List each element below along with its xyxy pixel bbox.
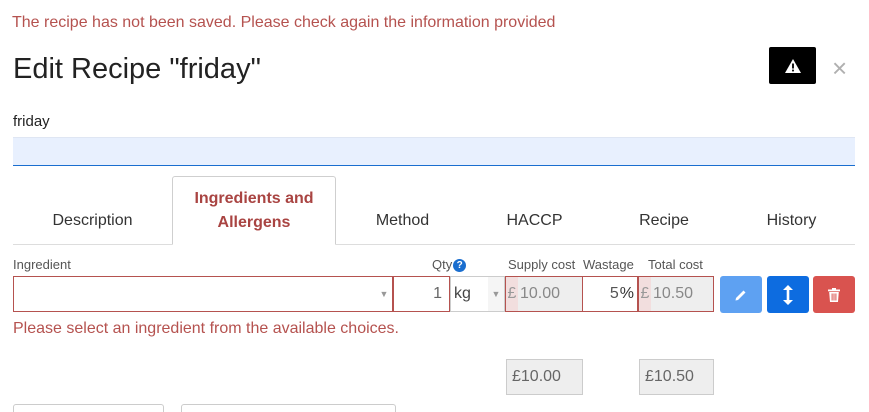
qty-label: Qty — [432, 257, 453, 272]
unit-select[interactable]: kg ▼ — [450, 276, 505, 312]
currency-addon: £ — [639, 277, 651, 311]
tab-haccp[interactable]: HACCP — [469, 176, 600, 244]
edit-button[interactable] — [720, 276, 762, 313]
close-icon[interactable]: × — [832, 54, 847, 82]
pencil-icon — [735, 290, 746, 300]
tab-label: Description — [52, 212, 133, 229]
supply-cost-label: Supply cost — [508, 257, 576, 272]
currency-addon: £ — [506, 277, 518, 311]
total-cost-value: 10.50 — [653, 285, 694, 302]
tab-history[interactable]: History — [728, 176, 855, 244]
ingredient-error-message: Please select an ingredient from the ava… — [13, 320, 399, 337]
help-icon[interactable]: ? — [453, 259, 467, 272]
save-error-message: The recipe has not been saved. Please ch… — [12, 14, 556, 31]
page-title: Edit Recipe "friday" — [13, 53, 261, 85]
tab-label: Ingredients and Allergens — [194, 189, 314, 231]
qty-label-group: Qty? — [432, 257, 467, 272]
vertical-arrows-icon — [783, 284, 793, 305]
ingredient-select[interactable]: ▼ — [13, 276, 393, 312]
supply-cost-value: 10.00 — [520, 285, 561, 302]
tab-recipe[interactable]: Recipe — [600, 176, 728, 244]
total-cost-label: Total cost — [648, 257, 703, 272]
total-cost-field: £ 10.50 — [638, 276, 714, 312]
tab-label: HACCP — [506, 212, 563, 229]
chevron-down-icon: ▼ — [488, 277, 504, 311]
tab-label: History — [766, 212, 817, 229]
warning-button[interactable] — [769, 47, 816, 84]
tab-label: Method — [375, 212, 430, 229]
tab-method[interactable]: Method — [336, 176, 469, 244]
wastage-input[interactable]: 5% — [582, 276, 638, 312]
delete-button[interactable] — [813, 276, 855, 313]
tab-label: Recipe — [639, 212, 689, 229]
recipe-name-value: friday — [13, 113, 50, 130]
wastage-label: Wastage — [583, 257, 634, 272]
wastage-value: 5 — [609, 285, 619, 302]
bottom-control-right[interactable] — [181, 404, 396, 412]
warning-triangle-icon — [784, 58, 801, 73]
ingredient-label: Ingredient — [13, 257, 71, 272]
supply-cost-field: £ 10.00 — [505, 276, 583, 312]
total-cost-total: £10.50 — [639, 359, 714, 395]
unit-select-value: kg — [454, 285, 471, 302]
supply-cost-total: £10.00 — [506, 359, 583, 395]
tab-description[interactable]: Description — [13, 176, 172, 244]
recipe-name-input[interactable] — [13, 137, 855, 166]
qty-input[interactable]: 1 — [393, 276, 450, 312]
tab-ingredients-and-allergens[interactable]: Ingredients and Allergens — [172, 176, 336, 245]
tabs-divider — [13, 244, 855, 245]
trash-icon — [828, 287, 840, 302]
percent-addon: % — [619, 285, 634, 302]
bottom-control-left[interactable] — [13, 404, 164, 412]
reorder-button[interactable] — [767, 276, 809, 313]
chevron-down-icon: ▼ — [379, 289, 389, 299]
